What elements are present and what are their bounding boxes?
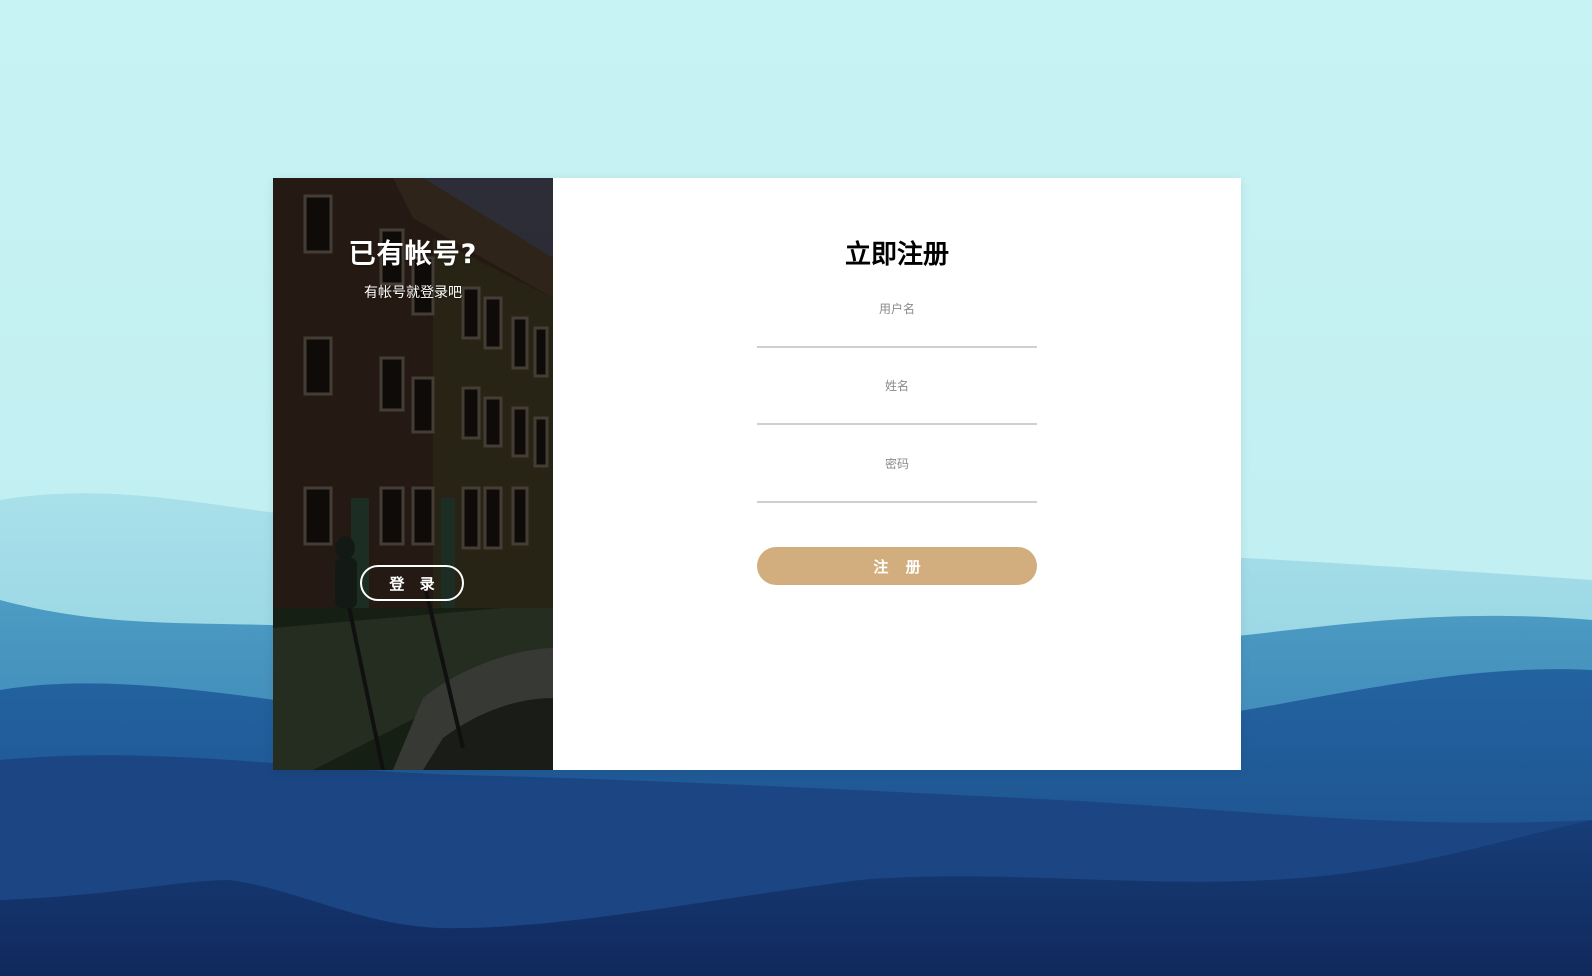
login-button[interactable]: 登 录 [360, 565, 464, 601]
side-panel: 已有帐号? 有帐号就登录吧 登 录 [273, 178, 553, 770]
name-label: 姓名 [884, 379, 909, 393]
username-input[interactable] [757, 320, 1037, 348]
side-subtitle: 有帐号就登录吧 [364, 285, 462, 301]
side-title: 已有帐号? [348, 239, 478, 270]
name-field-group: 姓名 [757, 377, 1037, 427]
password-field-group: 密码 [757, 455, 1037, 505]
register-button[interactable]: 注 册 [757, 547, 1037, 585]
side-content: 已有帐号? 有帐号就登录吧 登 录 [273, 178, 553, 770]
password-label: 密码 [884, 457, 909, 471]
form-title: 立即注册 [844, 240, 949, 270]
register-form: 立即注册 用户名 姓名 密码 注 册 [553, 178, 1241, 770]
name-input[interactable] [757, 397, 1037, 425]
username-field-group: 用户名 [757, 300, 1037, 350]
register-card: 已有帐号? 有帐号就登录吧 登 录 立即注册 用户名 姓名 密码 注 册 [273, 178, 1241, 770]
password-input[interactable] [757, 475, 1037, 503]
username-label: 用户名 [878, 302, 915, 316]
